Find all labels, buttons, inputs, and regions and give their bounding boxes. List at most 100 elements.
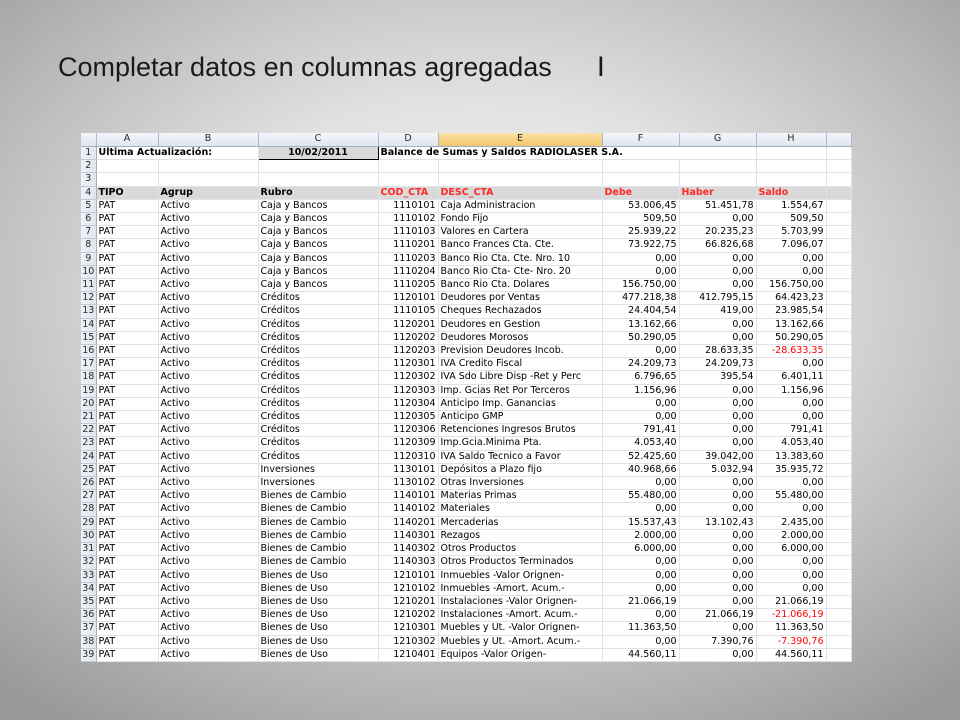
cell[interactable]: [826, 357, 852, 372]
cell-rubro[interactable]: Caja y Bancos: [258, 265, 379, 280]
cell-debe[interactable]: 0,00: [602, 635, 680, 649]
cell-rubro[interactable]: Bienes de Cambio: [258, 516, 379, 530]
cell-tipo[interactable]: PAT: [96, 635, 159, 649]
cell-debe[interactable]: 52.425,60: [602, 450, 680, 464]
cell-tipo[interactable]: PAT: [96, 582, 159, 596]
cell-desc-cta[interactable]: Inmuebles -Amort. Acum.-: [438, 582, 603, 596]
cell[interactable]: [158, 159, 259, 174]
cell[interactable]: [826, 265, 852, 280]
cell-agrup[interactable]: Activo: [158, 555, 259, 570]
cell-tipo[interactable]: PAT: [96, 252, 159, 266]
cell-tipo[interactable]: PAT: [96, 318, 159, 332]
cell-agrup[interactable]: Activo: [158, 450, 259, 464]
cell-saldo[interactable]: 44.560,11: [756, 648, 827, 662]
cell-agrup[interactable]: Activo: [158, 252, 259, 266]
row-header[interactable]: 17: [81, 357, 97, 372]
cell-cod-cta[interactable]: 1120304: [378, 397, 439, 412]
cell-debe[interactable]: 6.000,00: [602, 542, 680, 557]
cell[interactable]: [826, 331, 852, 346]
cell-cod-cta[interactable]: 1120303: [378, 384, 439, 398]
cell[interactable]: [826, 397, 852, 412]
cell-cod-cta[interactable]: 1120202: [378, 331, 439, 346]
cell[interactable]: [826, 318, 852, 332]
cell-agrup[interactable]: Activo: [158, 608, 259, 623]
cell-saldo[interactable]: 0,00: [756, 397, 827, 412]
cell-agrup[interactable]: Activo: [158, 489, 259, 504]
cell-tipo[interactable]: PAT: [96, 621, 159, 636]
cell-cod-cta[interactable]: 1110105: [378, 304, 439, 319]
cell-haber[interactable]: 28.633,35: [679, 344, 757, 359]
cell-tipo[interactable]: PAT: [96, 542, 159, 557]
cell-rubro[interactable]: Bienes de Cambio: [258, 542, 379, 557]
cell-tipo[interactable]: PAT: [96, 238, 159, 253]
cell-rubro[interactable]: Bienes de Cambio: [258, 502, 379, 517]
cell-tipo[interactable]: PAT: [96, 225, 159, 240]
cell-tipo[interactable]: PAT: [96, 516, 159, 530]
row-header[interactable]: 29: [81, 516, 97, 530]
cell-cod-cta[interactable]: 1110102: [378, 212, 439, 227]
cell[interactable]: [826, 476, 852, 491]
cell-agrup[interactable]: Activo: [158, 304, 259, 319]
cell-haber[interactable]: 0,00: [679, 212, 757, 227]
cell[interactable]: [826, 278, 852, 293]
cell-rubro[interactable]: Bienes de Uso: [258, 569, 379, 583]
cell-saldo[interactable]: 7.096,07: [756, 238, 827, 253]
cell-desc-cta[interactable]: Rezagos: [438, 529, 603, 544]
cell[interactable]: [826, 450, 852, 464]
cell[interactable]: [826, 635, 852, 649]
cell-desc-cta[interactable]: Banco Rio Cta. Dolares: [438, 278, 603, 293]
cell-cod-cta[interactable]: 1110204: [378, 265, 439, 280]
cell-cod-cta[interactable]: 1140301: [378, 529, 439, 544]
cell-debe[interactable]: 25.939,22: [602, 225, 680, 240]
cell-haber[interactable]: 0,00: [679, 384, 757, 398]
cell-cod-cta[interactable]: 1120305: [378, 410, 439, 425]
cell-cod-cta[interactable]: 1110103: [378, 225, 439, 240]
cell-cod-cta[interactable]: 1140302: [378, 542, 439, 557]
cell-rubro[interactable]: Créditos: [258, 436, 379, 451]
cell-debe[interactable]: 0,00: [602, 582, 680, 596]
cell-debe[interactable]: 0,00: [602, 344, 680, 359]
cell-desc-cta[interactable]: Muebles y Ut. -Amort. Acum.-: [438, 635, 603, 649]
cell-desc-cta[interactable]: Inmuebles -Valor Orignen-: [438, 569, 603, 583]
row-header[interactable]: 13: [81, 304, 97, 319]
cell[interactable]: [826, 384, 852, 398]
row-header[interactable]: 25: [81, 463, 97, 478]
cell-desc-cta[interactable]: Deudores en Gestion: [438, 318, 603, 332]
cell-tipo[interactable]: PAT: [96, 410, 159, 425]
cell-debe[interactable]: 509,50: [602, 212, 680, 227]
cell[interactable]: [258, 172, 379, 187]
cell-rubro[interactable]: Créditos: [258, 397, 379, 412]
cell-debe[interactable]: 6.796,65: [602, 370, 680, 385]
cell-rubro[interactable]: Créditos: [258, 318, 379, 332]
cell-haber[interactable]: 0,00: [679, 331, 757, 346]
cell-desc-cta[interactable]: Banco Rio Cta. Cte. Nro. 10: [438, 252, 603, 266]
cell-agrup[interactable]: Activo: [158, 344, 259, 359]
cell[interactable]: [826, 410, 852, 425]
row-header[interactable]: 3: [81, 172, 97, 187]
column-header-h[interactable]: H: [756, 133, 827, 147]
header-haber[interactable]: Haber: [679, 186, 757, 200]
cell-debe[interactable]: 477.218,38: [602, 291, 680, 306]
cell-desc-cta[interactable]: Anticipo GMP: [438, 410, 603, 425]
cell[interactable]: [826, 344, 852, 359]
header-rubro[interactable]: Rubro: [258, 186, 379, 200]
cell-debe[interactable]: 0,00: [602, 476, 680, 491]
cell-tipo[interactable]: PAT: [96, 304, 159, 319]
cell-saldo[interactable]: 0,00: [756, 357, 827, 372]
cell-haber[interactable]: 412.795,15: [679, 291, 757, 306]
row-header[interactable]: 4: [81, 186, 97, 200]
cell-cod-cta[interactable]: 1120306: [378, 423, 439, 438]
cell[interactable]: [826, 569, 852, 583]
cell-cod-cta[interactable]: 1140201: [378, 516, 439, 530]
cell-desc-cta[interactable]: IVA Sdo Libre Disp -Ret y Perc: [438, 370, 603, 385]
header-agrup[interactable]: Agrup: [158, 186, 259, 200]
row-header[interactable]: 2: [81, 159, 97, 174]
cell-agrup[interactable]: Activo: [158, 621, 259, 636]
cell[interactable]: [826, 370, 852, 385]
row-header[interactable]: 33: [81, 569, 97, 583]
cell[interactable]: [826, 199, 852, 214]
cell-agrup[interactable]: Activo: [158, 238, 259, 253]
cell-agrup[interactable]: Activo: [158, 212, 259, 227]
cell-debe[interactable]: 11.363,50: [602, 621, 680, 636]
cell-agrup[interactable]: Activo: [158, 436, 259, 451]
